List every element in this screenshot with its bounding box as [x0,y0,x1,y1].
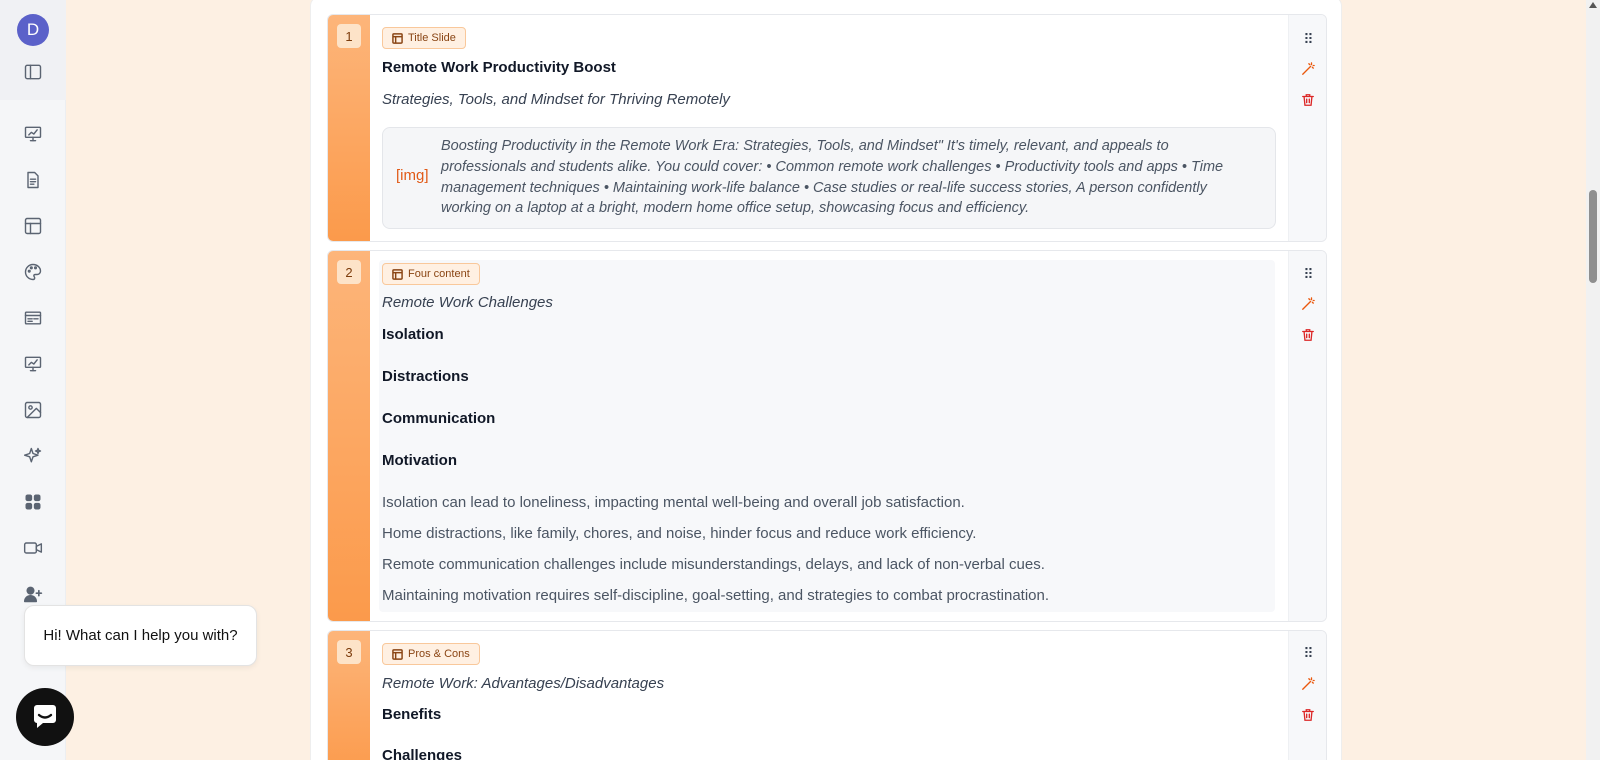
slide-color-stripe [328,15,370,241]
avatar[interactable]: D [17,14,49,46]
slide-actions: ⠿ [1288,15,1326,241]
chat-icon [34,705,56,728]
slide-number: 1 [337,24,361,48]
chat-launcher-button[interactable] [16,688,74,746]
chat-greeting-bubble[interactable]: Hi! What can I help you with? [24,605,257,666]
content-paragraph[interactable]: Maintaining motivation requires self-dis… [382,587,1049,604]
document-icon[interactable] [21,168,45,192]
video-icon[interactable] [21,536,45,560]
sidebar-toggle-icon[interactable] [21,60,45,84]
layout-badge-label: Pros & Cons [408,648,470,660]
layout-badge-label: Four content [408,268,470,280]
layout-badge-label: Title Slide [408,32,456,44]
scrollbar[interactable] [1586,0,1600,760]
slides-card-icon[interactable] [21,306,45,330]
presentation-chart-icon[interactable] [21,352,45,376]
image-prompt-text[interactable]: Boosting Productivity in the Remote Work… [441,136,1251,219]
magic-wand-icon[interactable] [1298,294,1318,314]
layout-icon [392,32,403,44]
slide-actions: ⠿ [1288,631,1326,760]
trash-icon[interactable] [1298,705,1318,725]
content-paragraph[interactable]: Isolation can lead to loneliness, impact… [382,494,965,511]
slide-number: 2 [337,260,361,284]
palette-icon[interactable] [21,260,45,284]
content-heading[interactable]: Challenges [382,747,462,760]
slide-subtitle[interactable]: Strategies, Tools, and Mindset for Thriv… [382,91,730,108]
slide-subtitle[interactable]: Remote Work: Advantages/Disadvantages [382,675,664,692]
drag-handle-icon[interactable]: ⠿ [1298,264,1318,284]
magic-wand-icon[interactable] [1298,674,1318,694]
layout-icon [392,268,403,280]
content-paragraph[interactable]: Remote communication challenges include … [382,556,1045,573]
slide-title[interactable]: Remote Work Productivity Boost [382,59,616,76]
scroll-up-icon[interactable] [1589,2,1597,8]
content-heading[interactable]: Communication [382,410,495,427]
apps-grid-icon[interactable] [21,490,45,514]
trash-icon[interactable] [1298,90,1318,110]
content-heading[interactable]: Distractions [382,368,469,385]
drag-handle-icon[interactable]: ⠿ [1298,29,1318,49]
drag-handle-icon[interactable]: ⠿ [1298,643,1318,663]
add-user-icon[interactable] [21,582,45,606]
content-heading[interactable]: Isolation [382,326,444,343]
image-icon[interactable] [21,398,45,422]
layout-icon [392,648,403,660]
image-prompt-box[interactable]: [img] Boosting Productivity in the Remot… [382,127,1276,229]
presentation-chart-icon[interactable] [21,122,45,146]
image-tag: [img] [396,167,429,184]
slide-color-stripe [328,251,370,621]
sparkles-icon[interactable] [21,444,45,468]
trash-icon[interactable] [1298,325,1318,345]
content-heading[interactable]: Motivation [382,452,457,469]
layout-badge[interactable]: Title Slide [382,27,466,49]
layout-badge[interactable]: Four content [382,263,480,285]
magic-wand-icon[interactable] [1298,59,1318,79]
layout-icon[interactable] [21,214,45,238]
content-paragraph[interactable]: Home distractions, like family, chores, … [382,525,976,542]
scroll-thumb[interactable] [1589,190,1597,283]
layout-badge[interactable]: Pros & Cons [382,643,480,665]
content-heading[interactable]: Benefits [382,706,441,723]
slide-actions: ⠿ [1288,251,1326,621]
chat-greeting-text: Hi! What can I help you with? [43,627,238,644]
slide-subtitle[interactable]: Remote Work Challenges [382,294,553,311]
slide-number: 3 [337,640,361,664]
